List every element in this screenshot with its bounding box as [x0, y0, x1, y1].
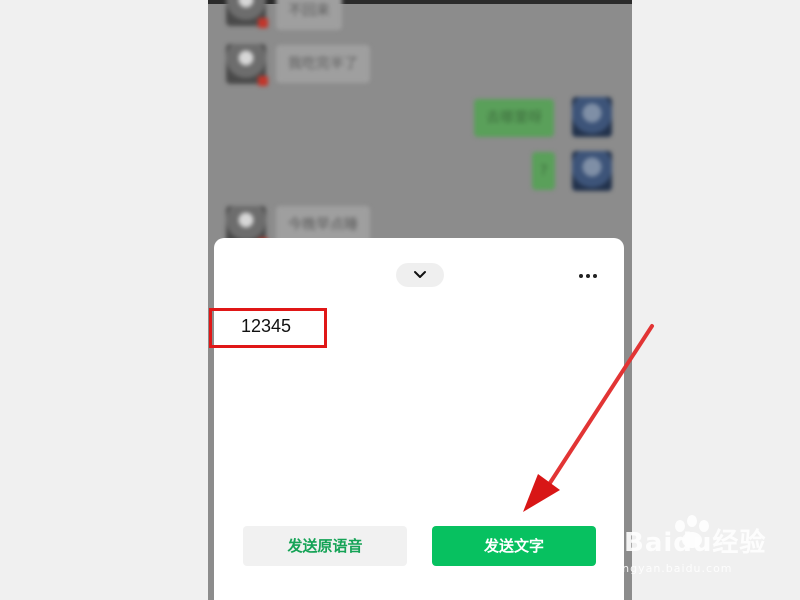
annotation-arrow — [523, 324, 654, 512]
watermark-brand: Baidu经验 — [624, 528, 767, 558]
baidu-jingyan-watermark: Baidu经验 jingyan.baidu.com — [612, 514, 772, 584]
watermark-url: jingyan.baidu.com — [614, 562, 733, 575]
